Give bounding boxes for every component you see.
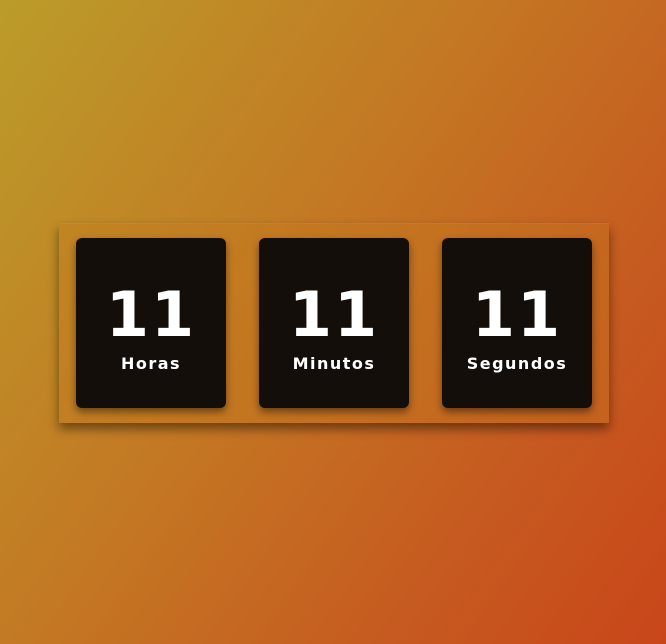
minutes-label: Minutos bbox=[292, 354, 376, 373]
seconds-box: 11 Segundos bbox=[442, 238, 592, 408]
minutes-box: 11 Minutos bbox=[259, 238, 409, 408]
countdown-clock: 11 Horas 11 Minutos 11 Segundos bbox=[59, 223, 609, 423]
seconds-value: 11 bbox=[471, 278, 563, 351]
hours-label: Horas bbox=[120, 354, 182, 373]
seconds-label: Segundos bbox=[466, 354, 568, 373]
minutes-value: 11 bbox=[288, 278, 380, 351]
hours-value: 11 bbox=[105, 278, 197, 351]
hours-box: 11 Horas bbox=[76, 238, 226, 408]
